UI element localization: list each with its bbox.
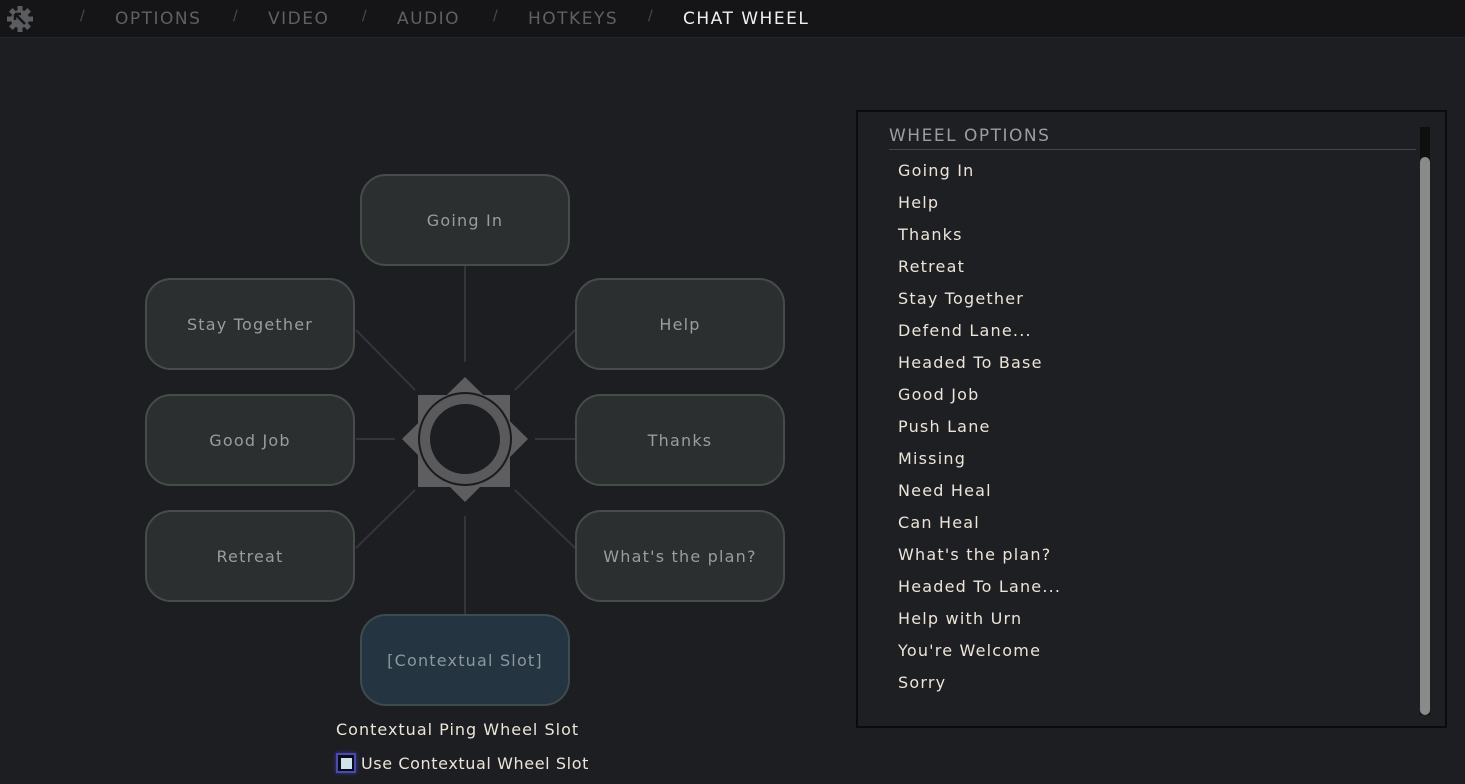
option-item[interactable]: Help	[898, 188, 1061, 220]
tab-options[interactable]: OPTIONS	[115, 9, 201, 29]
tab-video[interactable]: VIDEO	[268, 9, 329, 29]
option-item[interactable]: Help with Urn	[898, 604, 1061, 636]
wheel-options-list: Going In Help Thanks Retreat Stay Togeth…	[898, 156, 1061, 700]
wheel-slot-right[interactable]: Thanks	[575, 394, 785, 486]
breadcrumb-separator: /	[80, 8, 85, 24]
checkbox-checked-indicator	[340, 757, 352, 769]
option-item[interactable]: Retreat	[898, 252, 1061, 284]
tab-chat-wheel[interactable]: CHAT WHEEL	[683, 9, 809, 29]
tab-audio[interactable]: AUDIO	[397, 9, 460, 29]
use-contextual-slot-label[interactable]: Use Contextual Wheel Slot	[361, 754, 589, 773]
option-item[interactable]: Sorry	[898, 668, 1061, 700]
wheel-slot-contextual[interactable]: [Contextual Slot]	[360, 614, 570, 706]
option-item[interactable]: Can Heal	[898, 508, 1061, 540]
breadcrumb-separator: /	[493, 8, 498, 24]
option-item[interactable]: Thanks	[898, 220, 1061, 252]
option-item[interactable]: Good Job	[898, 380, 1061, 412]
wheel-center-compass-icon	[402, 377, 528, 502]
option-item[interactable]: Push Lane	[898, 412, 1061, 444]
panel-divider	[889, 149, 1416, 150]
wheel-slot-left[interactable]: Good Job	[145, 394, 355, 486]
option-item[interactable]: Headed To Base	[898, 348, 1061, 380]
gear-icon[interactable]	[5, 4, 35, 34]
wheel-slot-lower-left[interactable]: Retreat	[145, 510, 355, 602]
tab-hotkeys[interactable]: HOTKEYS	[528, 9, 618, 29]
panel-title: WHEEL OPTIONS	[889, 126, 1051, 146]
wheel-slot-top[interactable]: Going In	[360, 174, 570, 266]
option-item[interactable]: Need Heal	[898, 476, 1061, 508]
option-item[interactable]: Going In	[898, 156, 1061, 188]
wheel-slot-upper-left[interactable]: Stay Together	[145, 278, 355, 370]
use-contextual-slot-checkbox[interactable]	[336, 753, 356, 773]
option-item[interactable]: Defend Lane...	[898, 316, 1061, 348]
wheel-options-panel: WHEEL OPTIONS Going In Help Thanks Retre…	[856, 110, 1447, 728]
option-item[interactable]: You're Welcome	[898, 636, 1061, 668]
option-item[interactable]: Missing	[898, 444, 1061, 476]
use-contextual-slot-checkbox-row[interactable]: Use Contextual Wheel Slot	[336, 753, 589, 773]
wheel-slot-lower-right[interactable]: What's the plan?	[575, 510, 785, 602]
option-item[interactable]: Stay Together	[898, 284, 1061, 316]
top-nav-bar: / OPTIONS / VIDEO / AUDIO / HOTKEYS / CH…	[0, 0, 1465, 38]
scrollbar-thumb[interactable]	[1420, 157, 1430, 715]
breadcrumb-separator: /	[648, 8, 653, 24]
breadcrumb-separator: /	[362, 8, 367, 24]
option-item[interactable]: Headed To Lane...	[898, 572, 1061, 604]
breadcrumb-separator: /	[233, 8, 238, 24]
contextual-slot-label: Contextual Ping Wheel Slot	[336, 720, 580, 739]
option-item[interactable]: What's the plan?	[898, 540, 1061, 572]
wheel-slot-upper-right[interactable]: Help	[575, 278, 785, 370]
